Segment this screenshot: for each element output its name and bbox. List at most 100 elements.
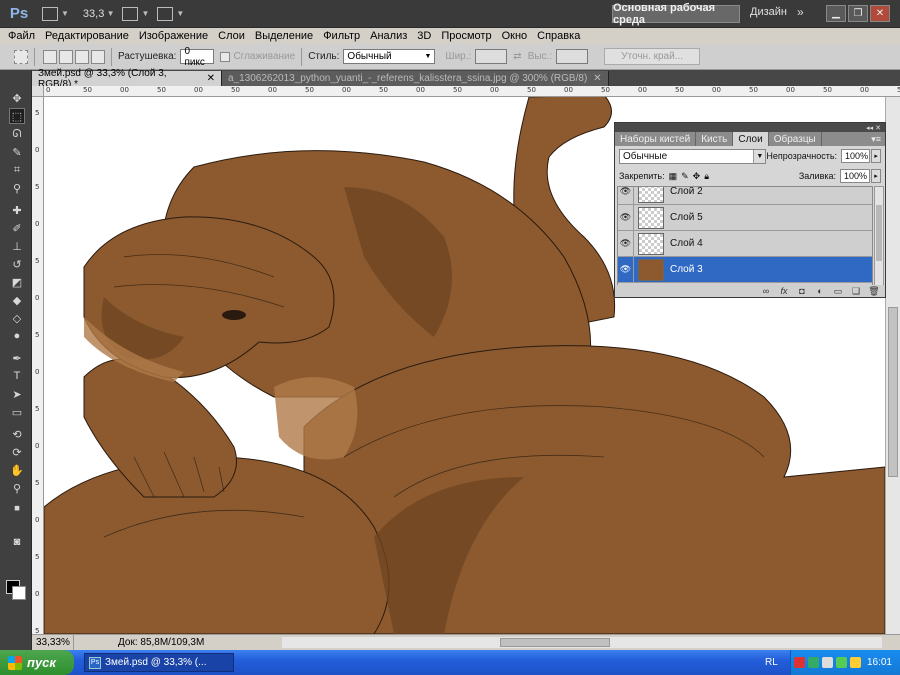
- visibility-eye-icon[interactable]: 👁︎: [618, 204, 634, 231]
- new-selection-icon[interactable]: [43, 49, 57, 64]
- rectangle-shape-tool-icon[interactable]: ▭: [9, 404, 25, 420]
- menu-view[interactable]: Просмотр: [441, 30, 491, 42]
- layer-row-4[interactable]: 👁︎ Слой 4: [618, 230, 872, 257]
- restore-button[interactable]: ❐: [848, 5, 868, 22]
- default-colors-icon[interactable]: ◼: [9, 500, 25, 516]
- tab-layers[interactable]: Слои: [733, 132, 769, 146]
- layer-style-icon[interactable]: fx: [779, 286, 789, 296]
- horizontal-scrollbar[interactable]: [282, 637, 882, 648]
- minimize-button[interactable]: ▁: [826, 5, 846, 22]
- zoom-level-select[interactable]: 33,3 ▼: [83, 4, 115, 24]
- marquee-tool-preset-icon[interactable]: [14, 49, 28, 64]
- tray-antivirus-icon[interactable]: [794, 657, 805, 668]
- vertical-ruler[interactable]: 5 0 5 0 5 0 5 0 5 0 5 0 5 0 5: [32, 97, 44, 634]
- quick-selection-tool-icon[interactable]: ✎: [9, 144, 25, 160]
- tab-reference-document[interactable]: a_1306262013_python_yuanti_-_referens_ka…: [222, 71, 609, 86]
- feather-input[interactable]: 0 пикс: [180, 46, 215, 68]
- horizontal-ruler[interactable]: 0 50 00 50 00 50 00 50 00 50 00 50 00 50 00 50 00 50 00 50 0…: [44, 86, 900, 97]
- menu-help[interactable]: Справка: [537, 30, 580, 42]
- opacity-slider-arrow[interactable]: ▸: [871, 149, 881, 163]
- lock-all-icon[interactable]: 🔒︎: [704, 171, 709, 182]
- history-brush-tool-icon[interactable]: ↺: [9, 256, 25, 272]
- start-button[interactable]: пуск: [0, 650, 74, 675]
- workspace-design-button[interactable]: Дизайн: [750, 6, 787, 18]
- zoom-tool-icon[interactable]: ⚲: [9, 480, 25, 496]
- 3d-rotate-tool-icon[interactable]: ⟲: [9, 426, 25, 442]
- tray-update-icon[interactable]: [836, 657, 847, 668]
- horizontal-scroll-thumb[interactable]: [500, 638, 610, 647]
- menu-window[interactable]: Окно: [502, 30, 528, 42]
- close-icon[interactable]: ✕: [207, 73, 215, 84]
- antialias-checkbox[interactable]: [220, 51, 231, 62]
- lock-transparency-icon[interactable]: ▦: [669, 171, 678, 182]
- tab-swatches[interactable]: Образцы: [769, 132, 822, 146]
- launch-bridge-button[interactable]: ▼: [42, 4, 69, 24]
- visibility-eye-icon[interactable]: 👁︎: [618, 187, 634, 205]
- lock-pixels-icon[interactable]: ✎: [681, 171, 689, 182]
- intersect-selection-icon[interactable]: [91, 49, 105, 64]
- hand-tool-icon[interactable]: ✋: [9, 462, 25, 478]
- tab-brush[interactable]: Кисть: [696, 132, 734, 146]
- crop-tool-icon[interactable]: ⌗: [9, 162, 25, 178]
- close-button[interactable]: ✕: [870, 5, 890, 22]
- blur-tool-icon[interactable]: ◇: [9, 310, 25, 326]
- layer-row-2[interactable]: 👁︎ Слой 2: [618, 187, 872, 205]
- swap-icon[interactable]: ⇄: [513, 51, 521, 62]
- type-tool-icon[interactable]: T: [9, 368, 25, 384]
- vertical-scroll-thumb[interactable]: [888, 307, 898, 477]
- new-group-icon[interactable]: ▭: [833, 286, 843, 296]
- dodge-tool-icon[interactable]: ●: [9, 328, 25, 344]
- delete-layer-icon[interactable]: 🗑︎: [868, 286, 879, 296]
- new-layer-icon[interactable]: ❑: [851, 286, 861, 296]
- layer-row-3-selected[interactable]: 👁︎ Слой 3: [618, 256, 872, 283]
- visibility-eye-icon[interactable]: 👁︎: [618, 230, 634, 257]
- add-selection-icon[interactable]: [59, 49, 73, 64]
- layers-scroll-thumb[interactable]: [876, 205, 882, 261]
- tab-brush-presets[interactable]: Наборы кистей: [615, 132, 697, 146]
- close-icon[interactable]: ✕: [593, 73, 601, 84]
- rectangular-marquee-tool-icon[interactable]: ⬚: [9, 108, 25, 124]
- path-selection-tool-icon[interactable]: ➤: [9, 386, 25, 402]
- taskbar-photoshop-item[interactable]: Ps Змей.psd @ 33,3% (...: [84, 653, 234, 672]
- subtract-selection-icon[interactable]: [75, 49, 89, 64]
- adjustment-layer-icon[interactable]: ◐: [815, 286, 825, 296]
- tray-network-icon[interactable]: [808, 657, 819, 668]
- opacity-input[interactable]: 100%: [841, 149, 871, 163]
- vertical-scrollbar[interactable]: [885, 97, 900, 634]
- layers-scrollbar[interactable]: [874, 186, 884, 286]
- menu-image[interactable]: Изображение: [139, 30, 208, 42]
- view-extras-button[interactable]: ▼: [122, 4, 149, 24]
- pen-tool-icon[interactable]: ✒: [9, 350, 25, 366]
- screen-mode-button[interactable]: ▼: [157, 4, 184, 24]
- paint-bucket-tool-icon[interactable]: ◆: [9, 292, 25, 308]
- menu-layer[interactable]: Слои: [218, 30, 245, 42]
- blend-mode-select[interactable]: Обычные ▼: [619, 148, 767, 164]
- more-workspaces-button[interactable]: »: [797, 5, 804, 19]
- background-color-swatch[interactable]: [12, 586, 26, 600]
- menu-select[interactable]: Выделение: [255, 30, 313, 42]
- lasso-tool-icon[interactable]: ᘏ: [9, 126, 25, 142]
- fill-slider-arrow[interactable]: ▸: [871, 169, 881, 183]
- move-tool-icon[interactable]: ✥: [9, 90, 25, 106]
- layer-mask-icon[interactable]: ◘: [797, 286, 807, 296]
- layer-row-5[interactable]: 👁︎ Слой 5: [618, 204, 872, 231]
- panel-header[interactable]: ◂◂ ✕: [615, 123, 885, 132]
- quick-mask-icon[interactable]: ◙: [9, 534, 25, 550]
- clone-stamp-tool-icon[interactable]: ⊥: [9, 238, 25, 254]
- panel-menu-icon[interactable]: ▾≡: [871, 132, 885, 146]
- collapse-icon[interactable]: ◂◂ ✕: [866, 124, 881, 132]
- style-select[interactable]: Обычный ▼: [343, 49, 436, 64]
- menu-filter[interactable]: Фильтр: [323, 30, 360, 42]
- language-indicator[interactable]: RL: [765, 657, 778, 668]
- height-input[interactable]: [556, 49, 589, 64]
- menu-analysis[interactable]: Анализ: [370, 30, 407, 42]
- menu-edit[interactable]: Редактирование: [45, 30, 129, 42]
- eraser-tool-icon[interactable]: ◩: [9, 274, 25, 290]
- menu-3d[interactable]: 3D: [417, 30, 431, 42]
- menu-file[interactable]: Файл: [8, 30, 35, 42]
- eyedropper-tool-icon[interactable]: ⚲: [9, 180, 25, 196]
- spot-healing-tool-icon[interactable]: ✚: [9, 202, 25, 218]
- 3d-orbit-tool-icon[interactable]: ⟳: [9, 444, 25, 460]
- ruler-corner[interactable]: [32, 86, 44, 97]
- tray-security-icon[interactable]: [850, 657, 861, 668]
